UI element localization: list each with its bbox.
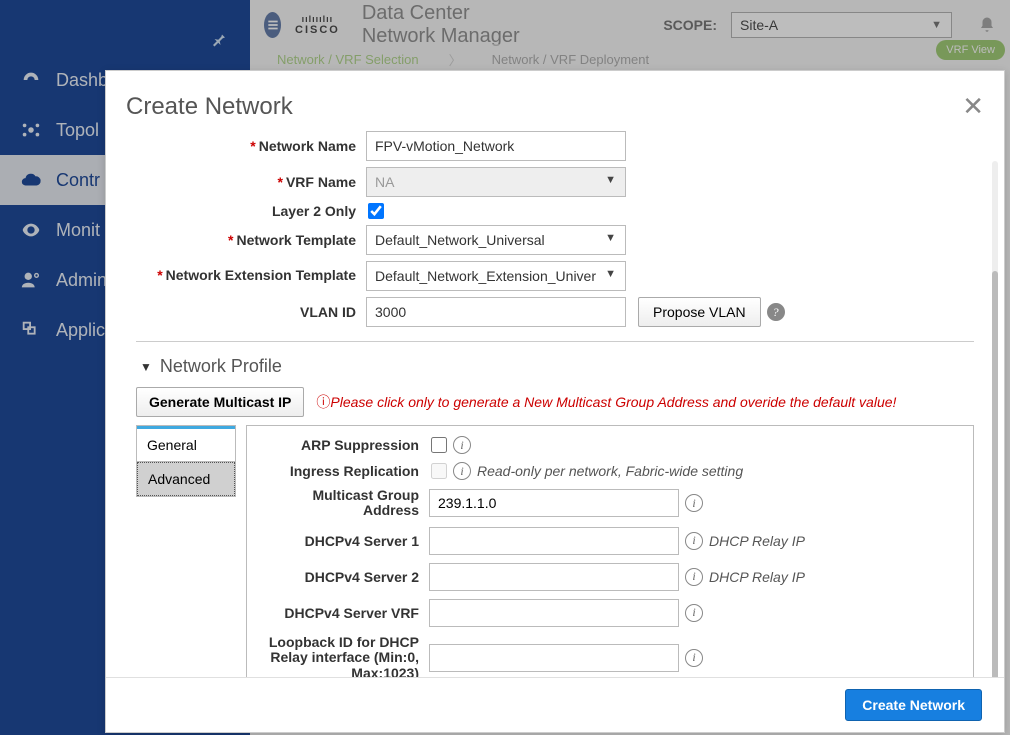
ingress-replication-hint: Read-only per network, Fabric-wide setti… (477, 463, 743, 479)
info-icon[interactable]: i (685, 568, 703, 586)
network-ext-template-select[interactable] (366, 261, 626, 291)
layer2-only-checkbox[interactable] (368, 203, 384, 219)
help-icon[interactable]: ? (767, 303, 785, 321)
network-template-label: Network Template (236, 232, 356, 248)
network-name-label: Network Name (259, 138, 356, 154)
tab-advanced[interactable]: Advanced (137, 462, 235, 496)
dhcpv4-server1-label: DHCPv4 Server 1 (259, 533, 429, 549)
multicast-group-label: Multicast Group Address (259, 488, 429, 519)
vlan-id-input[interactable] (366, 297, 626, 327)
close-icon[interactable]: ✕ (962, 91, 984, 122)
dhcpv4-server2-input[interactable] (429, 563, 679, 591)
network-ext-template-label: Network Extension Template (166, 267, 356, 283)
multicast-group-input[interactable] (429, 489, 679, 517)
vrf-name-select[interactable] (366, 167, 626, 197)
dhcpv4-server1-hint: DHCP Relay IP (709, 533, 805, 549)
generate-multicast-ip-button[interactable]: Generate Multicast IP (136, 387, 304, 417)
vlan-id-label: VLAN ID (300, 304, 356, 320)
ingress-replication-checkbox (431, 463, 447, 479)
multicast-note: ⓘPlease click only to generate a New Mul… (316, 392, 896, 412)
profile-tabs: General Advanced (136, 425, 236, 497)
caret-down-icon: ▼ (140, 360, 152, 374)
scrollbar-thumb[interactable] (992, 271, 998, 691)
modal-body: *Network Name *VRF Name Layer 2 Only *Ne… (106, 131, 1004, 677)
loopback-id-input[interactable] (429, 644, 679, 672)
info-icon[interactable]: i (453, 462, 471, 480)
dhcpv4-server1-input[interactable] (429, 527, 679, 555)
network-profile-section[interactable]: ▼ Network Profile (140, 356, 974, 377)
loopback-id-label: Loopback ID for DHCP Relay interface (Mi… (259, 635, 429, 677)
layer2-only-label: Layer 2 Only (272, 203, 356, 219)
arp-suppression-label: ARP Suppression (259, 437, 429, 453)
ingress-replication-label: Ingress Replication (259, 463, 429, 479)
dhcpv4-server2-hint: DHCP Relay IP (709, 569, 805, 585)
modal-title: Create Network (126, 93, 293, 121)
profile-tab-panel: ARP Suppression i Ingress Replication i … (246, 425, 974, 677)
info-icon[interactable]: i (453, 436, 471, 454)
info-icon[interactable]: i (685, 649, 703, 667)
vrf-name-label: VRF Name (286, 174, 356, 190)
network-name-input[interactable] (366, 131, 626, 161)
propose-vlan-button[interactable]: Propose VLAN (638, 297, 761, 327)
network-template-select[interactable] (366, 225, 626, 255)
info-icon[interactable]: i (685, 494, 703, 512)
arp-suppression-checkbox[interactable] (431, 437, 447, 453)
info-icon[interactable]: i (685, 532, 703, 550)
info-icon[interactable]: i (685, 604, 703, 622)
create-network-modal: Create Network ✕ *Network Name *VRF Name… (105, 70, 1005, 733)
tab-general[interactable]: General (137, 426, 235, 462)
dhcpv4-server2-label: DHCPv4 Server 2 (259, 569, 429, 585)
dhcpv4-server-vrf-label: DHCPv4 Server VRF (259, 605, 429, 621)
create-network-button[interactable]: Create Network (845, 689, 982, 721)
dhcpv4-server-vrf-input[interactable] (429, 599, 679, 627)
